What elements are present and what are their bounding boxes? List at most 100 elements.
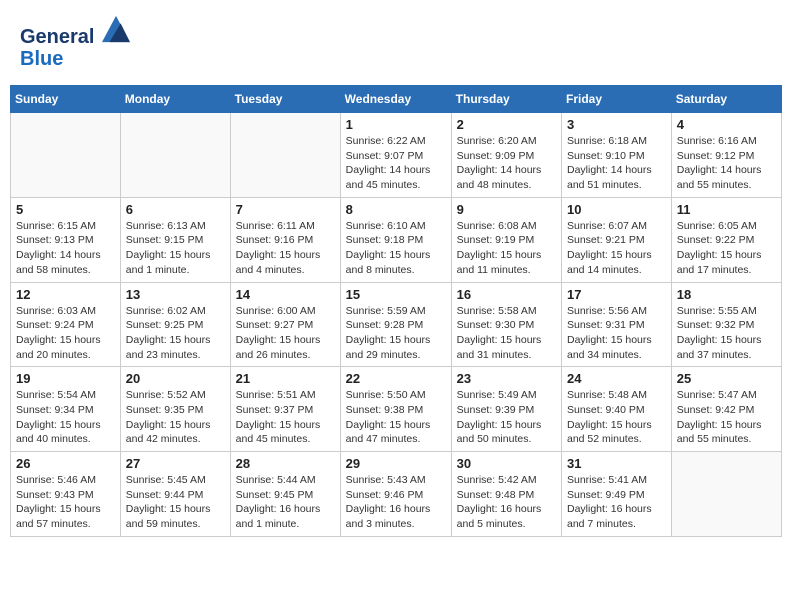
- calendar-day-cell: 2 Sunrise: 6:20 AM Sunset: 9:09 PM Daylig…: [451, 113, 561, 198]
- day-info: Sunrise: 6:02 AM Sunset: 9:25 PM Dayligh…: [126, 304, 225, 363]
- day-info: Sunrise: 5:51 AM Sunset: 9:37 PM Dayligh…: [236, 388, 335, 447]
- day-info: Sunrise: 6:15 AM Sunset: 9:13 PM Dayligh…: [16, 219, 115, 278]
- day-info: Sunrise: 5:55 AM Sunset: 9:32 PM Dayligh…: [677, 304, 776, 363]
- day-number: 1: [346, 117, 446, 132]
- calendar-day-cell: 22 Sunrise: 5:50 AM Sunset: 9:38 PM Dayli…: [340, 367, 451, 452]
- day-info: Sunrise: 6:10 AM Sunset: 9:18 PM Dayligh…: [346, 219, 446, 278]
- calendar-week-row: 19 Sunrise: 5:54 AM Sunset: 9:34 PM Dayli…: [11, 367, 782, 452]
- day-info: Sunrise: 6:03 AM Sunset: 9:24 PM Dayligh…: [16, 304, 115, 363]
- calendar-table: SundayMondayTuesdayWednesdayThursdayFrid…: [10, 85, 782, 537]
- calendar-day-cell: 25 Sunrise: 5:47 AM Sunset: 9:42 PM Dayli…: [671, 367, 781, 452]
- day-number: 24: [567, 371, 666, 386]
- day-number: 25: [677, 371, 776, 386]
- day-info: Sunrise: 5:58 AM Sunset: 9:30 PM Dayligh…: [457, 304, 556, 363]
- day-of-week-header: Thursday: [451, 86, 561, 113]
- calendar-day-cell: 12Sunrise: 6:03 AM Sunset: 9:24 PM Dayli…: [11, 282, 121, 367]
- day-number: 10: [567, 202, 666, 217]
- day-info: Sunrise: 6:18 AM Sunset: 9:10 PM Dayligh…: [567, 134, 666, 193]
- day-number: 15: [346, 287, 446, 302]
- logo-general-text: General: [20, 26, 94, 48]
- calendar-day-cell: 3 Sunrise: 6:18 AM Sunset: 9:10 PM Daylig…: [562, 113, 672, 198]
- day-info: Sunrise: 5:42 AM Sunset: 9:48 PM Dayligh…: [457, 473, 556, 532]
- calendar-day-cell: 4Sunrise: 6:16 AM Sunset: 9:12 PM Daylig…: [671, 113, 781, 198]
- day-number: 26: [16, 456, 115, 471]
- calendar-day-cell: 24 Sunrise: 5:48 AM Sunset: 9:40 PM Dayli…: [562, 367, 672, 452]
- page-header: General Blue: [10, 10, 782, 75]
- calendar-day-cell: 16 Sunrise: 5:58 AM Sunset: 9:30 PM Dayli…: [451, 282, 561, 367]
- calendar-day-cell: 27Sunrise: 5:45 AM Sunset: 9:44 PM Dayli…: [120, 452, 230, 537]
- day-info: Sunrise: 5:46 AM Sunset: 9:43 PM Dayligh…: [16, 473, 115, 532]
- calendar-day-cell: 9Sunrise: 6:08 AM Sunset: 9:19 PM Daylig…: [451, 197, 561, 282]
- calendar-day-cell: 21 Sunrise: 5:51 AM Sunset: 9:37 PM Dayli…: [230, 367, 340, 452]
- day-number: 29: [346, 456, 446, 471]
- day-number: 7: [236, 202, 335, 217]
- day-info: Sunrise: 6:05 AM Sunset: 9:22 PM Dayligh…: [677, 219, 776, 278]
- calendar-day-cell: 18 Sunrise: 5:55 AM Sunset: 9:32 PM Dayli…: [671, 282, 781, 367]
- day-info: Sunrise: 6:07 AM Sunset: 9:21 PM Dayligh…: [567, 219, 666, 278]
- day-number: 6: [126, 202, 225, 217]
- day-info: Sunrise: 5:44 AM Sunset: 9:45 PM Dayligh…: [236, 473, 335, 532]
- day-info: Sunrise: 6:22 AM Sunset: 9:07 PM Dayligh…: [346, 134, 446, 193]
- day-number: 17: [567, 287, 666, 302]
- day-info: Sunrise: 6:20 AM Sunset: 9:09 PM Dayligh…: [457, 134, 556, 193]
- day-number: 30: [457, 456, 556, 471]
- calendar-day-cell: 28Sunrise: 5:44 AM Sunset: 9:45 PM Dayli…: [230, 452, 340, 537]
- calendar-week-row: 12Sunrise: 6:03 AM Sunset: 9:24 PM Dayli…: [11, 282, 782, 367]
- calendar-day-cell: 17 Sunrise: 5:56 AM Sunset: 9:31 PM Dayli…: [562, 282, 672, 367]
- calendar-day-cell: 14 Sunrise: 6:00 AM Sunset: 9:27 PM Dayli…: [230, 282, 340, 367]
- day-of-week-header: Friday: [562, 86, 672, 113]
- calendar-day-cell: [120, 113, 230, 198]
- day-info: Sunrise: 5:52 AM Sunset: 9:35 PM Dayligh…: [126, 388, 225, 447]
- day-number: 23: [457, 371, 556, 386]
- day-of-week-header: Monday: [120, 86, 230, 113]
- day-info: Sunrise: 5:48 AM Sunset: 9:40 PM Dayligh…: [567, 388, 666, 447]
- day-info: Sunrise: 5:41 AM Sunset: 9:49 PM Dayligh…: [567, 473, 666, 532]
- logo-blue-text: Blue: [20, 48, 63, 70]
- day-of-week-header: Tuesday: [230, 86, 340, 113]
- day-number: 2: [457, 117, 556, 132]
- day-info: Sunrise: 5:59 AM Sunset: 9:28 PM Dayligh…: [346, 304, 446, 363]
- day-info: Sunrise: 5:54 AM Sunset: 9:34 PM Dayligh…: [16, 388, 115, 447]
- day-info: Sunrise: 5:50 AM Sunset: 9:38 PM Dayligh…: [346, 388, 446, 447]
- day-of-week-header: Saturday: [671, 86, 781, 113]
- calendar-day-cell: 15 Sunrise: 5:59 AM Sunset: 9:28 PM Dayli…: [340, 282, 451, 367]
- calendar-day-cell: 29Sunrise: 5:43 AM Sunset: 9:46 PM Dayli…: [340, 452, 451, 537]
- day-number: 19: [16, 371, 115, 386]
- day-number: 16: [457, 287, 556, 302]
- day-info: Sunrise: 6:11 AM Sunset: 9:16 PM Dayligh…: [236, 219, 335, 278]
- calendar-day-cell: 11 Sunrise: 6:05 AM Sunset: 9:22 PM Dayli…: [671, 197, 781, 282]
- day-number: 13: [126, 287, 225, 302]
- calendar-day-cell: 23Sunrise: 5:49 AM Sunset: 9:39 PM Dayli…: [451, 367, 561, 452]
- calendar-week-row: 1 Sunrise: 6:22 AM Sunset: 9:07 PM Daylig…: [11, 113, 782, 198]
- calendar-week-row: 5 Sunrise: 6:15 AM Sunset: 9:13 PM Daylig…: [11, 197, 782, 282]
- days-of-week-row: SundayMondayTuesdayWednesdayThursdayFrid…: [11, 86, 782, 113]
- day-number: 21: [236, 371, 335, 386]
- calendar-day-cell: 6Sunrise: 6:13 AM Sunset: 9:15 PM Daylig…: [120, 197, 230, 282]
- calendar-header: SundayMondayTuesdayWednesdayThursdayFrid…: [11, 86, 782, 113]
- logo: General Blue: [20, 15, 130, 70]
- day-number: 4: [677, 117, 776, 132]
- day-number: 31: [567, 456, 666, 471]
- day-number: 22: [346, 371, 446, 386]
- day-info: Sunrise: 5:56 AM Sunset: 9:31 PM Dayligh…: [567, 304, 666, 363]
- day-number: 14: [236, 287, 335, 302]
- day-of-week-header: Wednesday: [340, 86, 451, 113]
- day-number: 8: [346, 202, 446, 217]
- logo-icon: [102, 15, 130, 43]
- day-number: 9: [457, 202, 556, 217]
- calendar-day-cell: 5 Sunrise: 6:15 AM Sunset: 9:13 PM Daylig…: [11, 197, 121, 282]
- day-info: Sunrise: 5:47 AM Sunset: 9:42 PM Dayligh…: [677, 388, 776, 447]
- calendar-day-cell: 19 Sunrise: 5:54 AM Sunset: 9:34 PM Dayli…: [11, 367, 121, 452]
- day-number: 11: [677, 202, 776, 217]
- calendar-day-cell: 26 Sunrise: 5:46 AM Sunset: 9:43 PM Dayli…: [11, 452, 121, 537]
- calendar-day-cell: 10 Sunrise: 6:07 AM Sunset: 9:21 PM Dayli…: [562, 197, 672, 282]
- day-info: Sunrise: 5:45 AM Sunset: 9:44 PM Dayligh…: [126, 473, 225, 532]
- day-number: 3: [567, 117, 666, 132]
- calendar-week-row: 26 Sunrise: 5:46 AM Sunset: 9:43 PM Dayli…: [11, 452, 782, 537]
- day-info: Sunrise: 6:00 AM Sunset: 9:27 PM Dayligh…: [236, 304, 335, 363]
- day-number: 18: [677, 287, 776, 302]
- day-number: 5: [16, 202, 115, 217]
- calendar-day-cell: 20Sunrise: 5:52 AM Sunset: 9:35 PM Dayli…: [120, 367, 230, 452]
- calendar-day-cell: [671, 452, 781, 537]
- calendar-body: 1 Sunrise: 6:22 AM Sunset: 9:07 PM Daylig…: [11, 113, 782, 537]
